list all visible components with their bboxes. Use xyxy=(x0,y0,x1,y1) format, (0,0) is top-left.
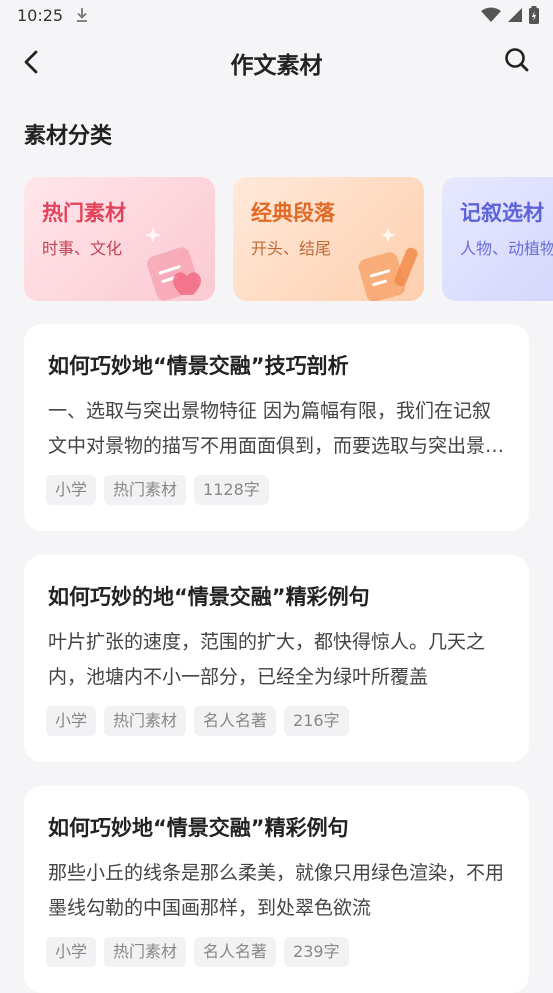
tag: 名人名著 xyxy=(194,937,277,967)
word-count-tag: 1128字 xyxy=(194,475,269,505)
article-tags: 小学 热门素材 名人名著 216字 xyxy=(46,706,349,736)
category-subtitle: 人物、动植物 xyxy=(460,239,553,258)
category-title: 记叙选材 xyxy=(460,201,544,225)
top-app-bar: 作文素材 xyxy=(0,38,553,86)
article-excerpt: 那些小丘的线条是那么柔美，就像只用绿色渲染，不用墨线勾勒的中国画那样，到处翠色欲… xyxy=(48,862,505,919)
category-title: 经典段落 xyxy=(251,201,335,225)
tag: 小学 xyxy=(46,475,97,505)
wifi-icon xyxy=(481,7,501,22)
category-title: 热门素材 xyxy=(42,201,126,225)
document-heart-icon xyxy=(145,227,201,301)
article-excerpt: 叶片扩张的速度，范围的扩大，都快得惊人。几天之内，池塘内不小一部分，已经全为绿叶… xyxy=(48,631,486,688)
tag: 小学 xyxy=(46,937,97,967)
page-title: 作文素材 xyxy=(230,53,323,79)
tag: 热门素材 xyxy=(104,475,187,505)
tag: 名人名著 xyxy=(194,706,277,736)
document-pen-icon xyxy=(358,227,418,301)
signal-icon xyxy=(508,8,522,22)
status-time: 10:25 xyxy=(17,6,64,25)
word-count-tag: 216字 xyxy=(284,706,349,736)
section-title: 素材分类 xyxy=(24,124,113,149)
category-card-classic[interactable]: 经典段落 开头、结尾 xyxy=(233,177,424,301)
category-subtitle: 开头、结尾 xyxy=(251,239,332,258)
tag: 热门素材 xyxy=(104,706,187,736)
status-bar: 10:25 xyxy=(0,0,553,32)
search-icon[interactable] xyxy=(503,46,531,74)
tag: 小学 xyxy=(46,706,97,736)
category-card-hot[interactable]: 热门素材 时事、文化 xyxy=(24,177,215,301)
download-icon xyxy=(77,8,87,22)
category-carousel[interactable]: 热门素材 时事、文化 经典段落 开头、结尾 记叙选材 人物、动植物 xyxy=(24,177,553,301)
article-tags: 小学 热门素材 1128字 xyxy=(46,475,269,505)
article-title: 如何巧妙地“情景交融”技巧剖析 xyxy=(48,354,349,378)
category-subtitle: 时事、文化 xyxy=(42,239,123,258)
article-card[interactable]: 如何巧妙地“情景交融”技巧剖析 一、选取与突出景物特征 因为篇幅有限，我们在记叙… xyxy=(24,324,529,531)
tag: 热门素材 xyxy=(104,937,187,967)
article-card[interactable]: 如何巧妙地“情景交融”精彩例句 那些小丘的线条是那么柔美，就像只用绿色渲染，不用… xyxy=(24,786,529,993)
article-card[interactable]: 如何巧妙的地“情景交融”精彩例句 叶片扩张的速度，范围的扩大，都快得惊人。几天之… xyxy=(24,555,529,762)
article-title: 如何巧妙地“情景交融”精彩例句 xyxy=(48,816,349,840)
article-title: 如何巧妙的地“情景交融”精彩例句 xyxy=(48,585,370,609)
article-tags: 小学 热门素材 名人名著 239字 xyxy=(46,937,349,967)
category-card-narrative[interactable]: 记叙选材 人物、动植物 xyxy=(442,177,553,301)
article-excerpt: 一、选取与突出景物特征 因为篇幅有限，我们在记叙文中对景物的描写不用面面俱到，而… xyxy=(48,400,505,457)
word-count-tag: 239字 xyxy=(284,937,349,967)
battery-icon xyxy=(529,6,539,24)
